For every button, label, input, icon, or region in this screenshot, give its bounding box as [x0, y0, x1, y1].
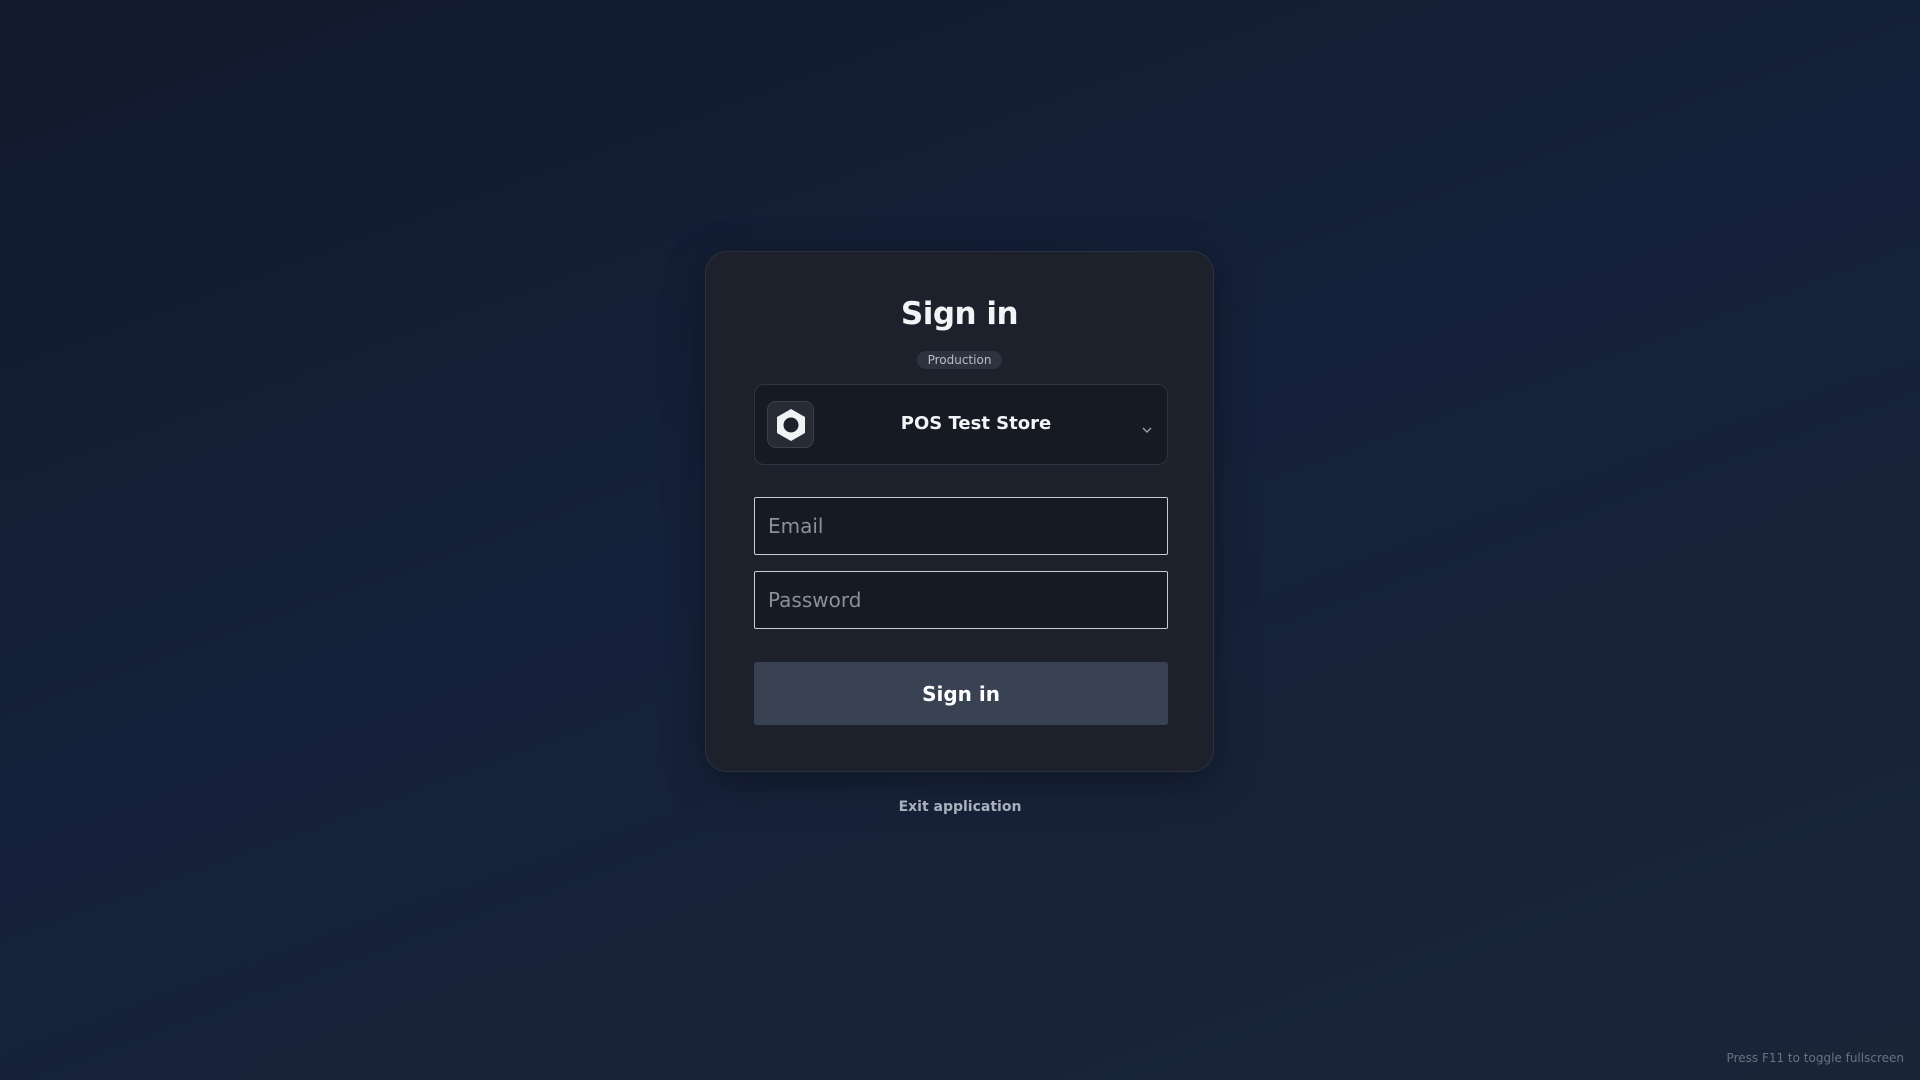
exit-application-link[interactable]: Exit application [0, 799, 1920, 815]
sign-in-button[interactable]: Sign in [754, 662, 1168, 725]
hexagon-logo-icon [767, 401, 814, 448]
selected-store-name: POS Test Store [900, 413, 1052, 434]
password-field[interactable] [754, 571, 1168, 629]
sign-in-card: Sign in Production POS Test Store Sign i… [705, 251, 1214, 772]
fullscreen-hint: Press F11 to toggle fullscreen [1726, 1051, 1904, 1065]
environment-badge: Production [916, 351, 1003, 369]
chevron-down-icon [1141, 419, 1153, 438]
email-field[interactable] [754, 497, 1168, 555]
store-selector[interactable]: POS Test Store [754, 384, 1168, 465]
page-title: Sign in [900, 296, 1019, 332]
